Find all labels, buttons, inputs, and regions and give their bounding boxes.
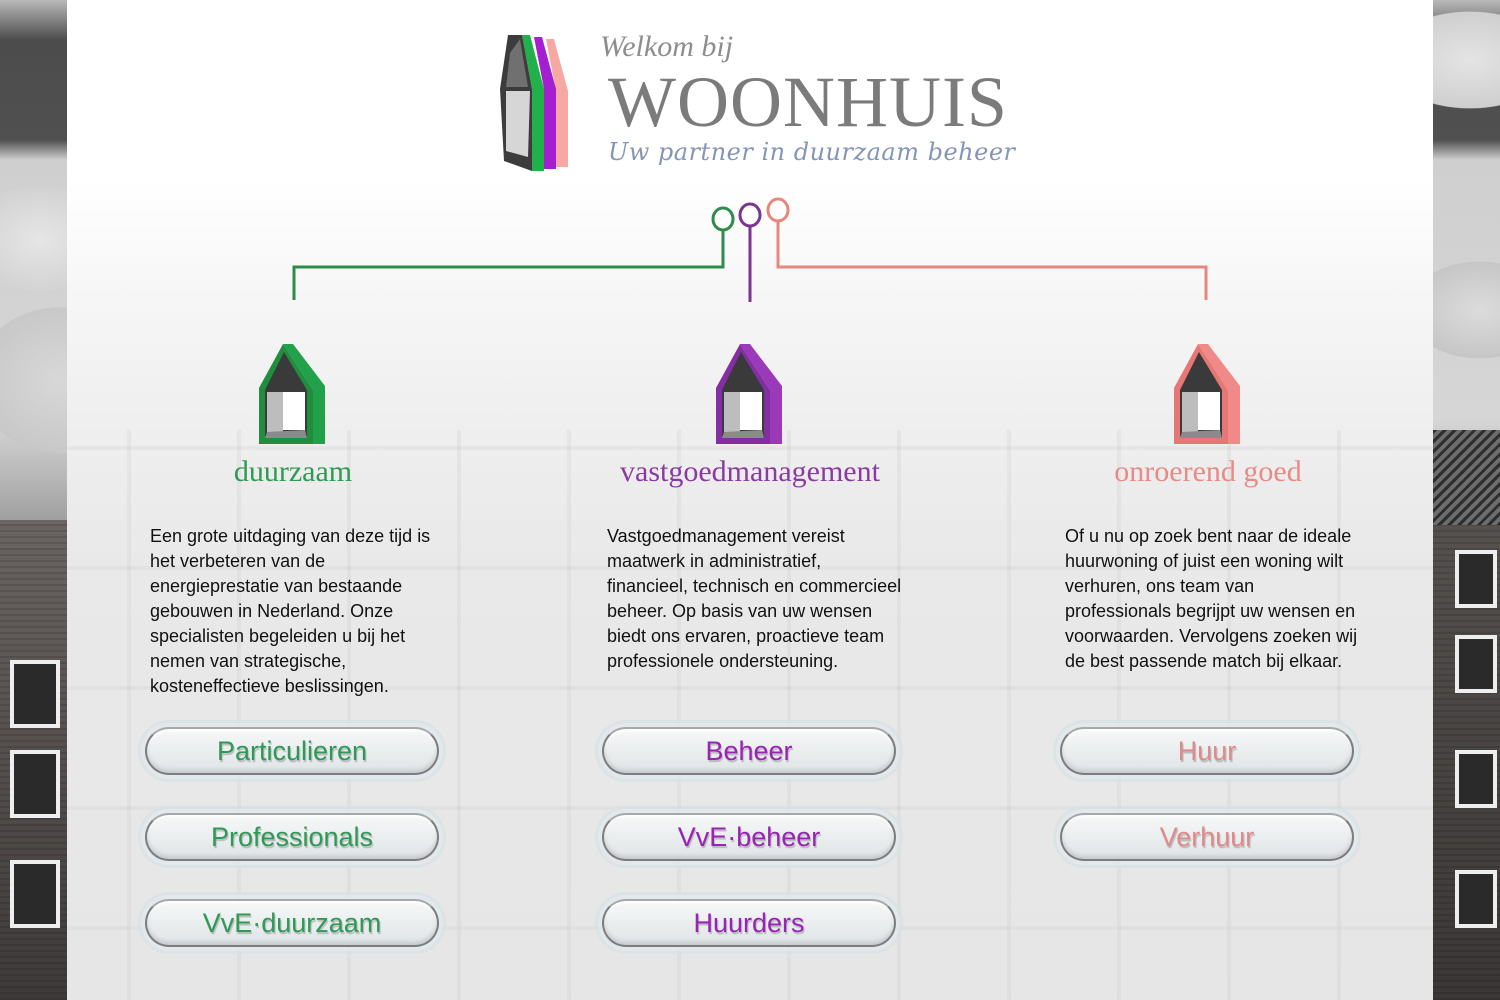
button-group: Beheer VvE·beheer Huurders xyxy=(598,723,900,981)
column-description: Of u nu op zoek bent naar de ideale huur… xyxy=(1065,526,1358,671)
button-label: Verhuur xyxy=(1060,813,1354,861)
house-icon-purple[interactable] xyxy=(710,340,790,450)
background-window xyxy=(1455,550,1497,608)
tagline: Uw partner in duurzaam beheer xyxy=(608,138,1016,166)
house-stack-logo-icon[interactable] xyxy=(498,33,570,173)
huur-button[interactable]: Huur xyxy=(1056,723,1358,779)
column-duurzaam: duurzaam Een grote uitdaging van deze ti… xyxy=(123,340,463,951)
background-window xyxy=(1455,870,1497,928)
brand-name[interactable]: WOONHUIS xyxy=(608,62,1008,142)
particulieren-button[interactable]: Particulieren xyxy=(141,723,443,779)
button-label: Beheer xyxy=(602,727,896,775)
column-onroerend-goed: onroerend goed Of u nu op zoek bent naar… xyxy=(1038,340,1378,865)
button-label: VvE·beheer xyxy=(602,813,896,861)
column-title[interactable]: duurzaam xyxy=(123,454,463,490)
column-description: Vastgoedmanagement vereist maatwerk in a… xyxy=(607,526,902,671)
button-label: VvE·duurzaam xyxy=(145,899,439,947)
column-vastgoedmanagement: vastgoedmanagement Vastgoedmanagement ve… xyxy=(580,340,920,951)
background-window xyxy=(10,750,60,818)
button-group: Huur Verhuur xyxy=(1056,723,1358,895)
vve-beheer-button[interactable]: VvE·beheer xyxy=(598,809,900,865)
professionals-button[interactable]: Professionals xyxy=(141,809,443,865)
button-label: Huur xyxy=(1060,727,1354,775)
verhuur-button[interactable]: Verhuur xyxy=(1056,809,1358,865)
column-title[interactable]: vastgoedmanagement xyxy=(580,454,920,490)
house-icon-pink[interactable] xyxy=(1168,340,1248,450)
button-group: Particulieren Professionals VvE·duurzaam xyxy=(141,723,443,981)
button-label: Particulieren xyxy=(145,727,439,775)
background-window xyxy=(1455,750,1497,808)
vve-duurzaam-button[interactable]: VvE·duurzaam xyxy=(141,895,443,951)
background-window xyxy=(1455,635,1497,693)
background-window xyxy=(10,660,60,728)
background-building-left xyxy=(0,520,67,1000)
beheer-button[interactable]: Beheer xyxy=(598,723,900,779)
column-title[interactable]: onroerend goed xyxy=(1038,454,1378,490)
background-building-right xyxy=(1433,430,1500,1000)
button-label: Professionals xyxy=(145,813,439,861)
welcome-text: Welkom bij xyxy=(600,30,734,63)
background-window xyxy=(10,860,60,928)
house-icon-green[interactable] xyxy=(253,340,333,450)
button-label: Huurders xyxy=(602,899,896,947)
huurders-button[interactable]: Huurders xyxy=(598,895,900,951)
column-description: Een grote uitdaging van deze tijd is het… xyxy=(150,526,431,696)
